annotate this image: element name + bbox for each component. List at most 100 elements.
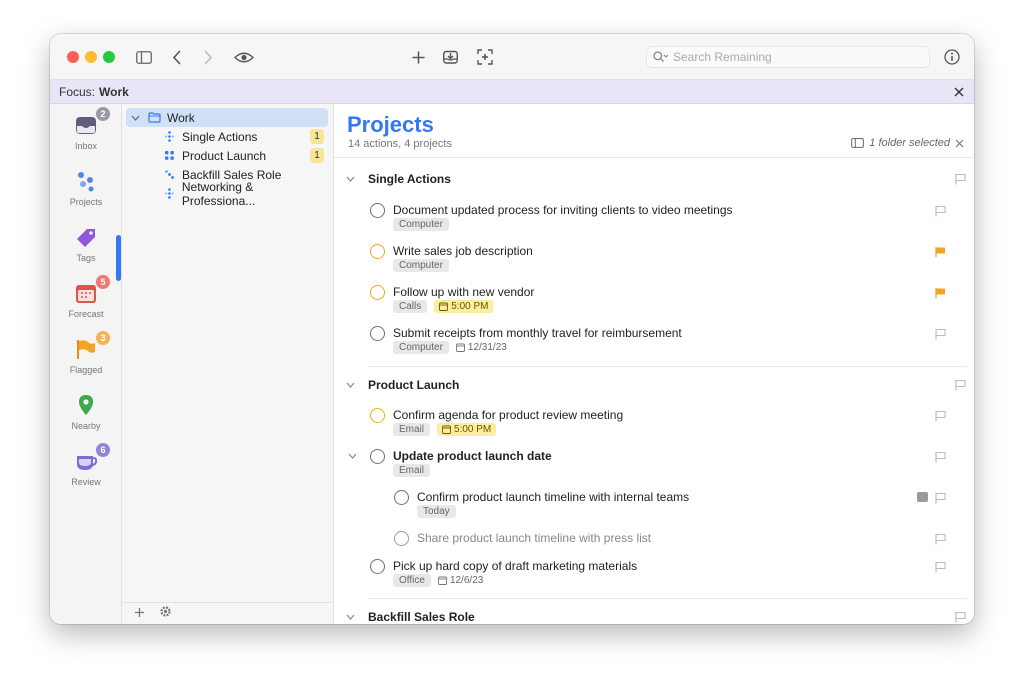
task-title[interactable]: Update product launch date: [393, 449, 552, 463]
plus-icon: [411, 50, 425, 64]
task-checkbox-due[interactable]: [370, 408, 385, 423]
sidebar-settings-button[interactable]: [159, 605, 172, 622]
view-options-button[interactable]: [232, 45, 256, 69]
flag-outline-icon[interactable]: [935, 205, 946, 217]
sidebar-toggle-button[interactable]: [132, 45, 156, 69]
sidebar-folder-work[interactable]: Work: [126, 108, 328, 127]
task-checkbox-blocked[interactable]: [394, 531, 409, 546]
close-window-button[interactable]: [67, 51, 79, 63]
task-title[interactable]: Share product launch timeline with press…: [417, 531, 651, 545]
chevron-down-icon[interactable]: [346, 382, 355, 388]
task-title[interactable]: Submit receipts from monthly travel for …: [393, 326, 682, 340]
sequential-project-icon: [165, 170, 174, 179]
chevron-down-icon[interactable]: [348, 453, 357, 459]
task-row[interactable]: Pick up hard copy of draft marketing mat…: [334, 558, 954, 587]
section-title: Product Launch: [368, 378, 460, 392]
due-date[interactable]: 12/31/23: [455, 341, 507, 354]
task-title[interactable]: Confirm agenda for product review meetin…: [393, 408, 623, 422]
tag-chip[interactable]: Office: [393, 574, 431, 587]
sidebar-item-single-actions[interactable]: Single Actions 1: [126, 127, 328, 146]
flag-outline-icon[interactable]: [955, 611, 966, 623]
task-title[interactable]: Document updated process for inviting cl…: [393, 203, 733, 217]
back-button[interactable]: [164, 45, 188, 69]
perspective-nearby[interactable]: Nearby: [50, 384, 122, 440]
unfocus-button[interactable]: [950, 83, 968, 101]
task-title[interactable]: Pick up hard copy of draft marketing mat…: [393, 559, 637, 573]
minimize-window-button[interactable]: [85, 51, 97, 63]
task-row[interactable]: Confirm agenda for product review meetin…: [334, 407, 954, 436]
perspective-review[interactable]: 6 Review: [50, 440, 122, 496]
tag-chip[interactable]: Email: [393, 464, 431, 477]
task-row[interactable]: Document updated process for inviting cl…: [334, 202, 954, 231]
flag-outline-icon[interactable]: [935, 492, 946, 504]
inbox-icon: 2: [73, 106, 111, 138]
tag-chip[interactable]: Email: [393, 423, 431, 436]
flag-outline-icon[interactable]: [935, 561, 946, 573]
tag-chip[interactable]: Computer: [393, 259, 449, 272]
add-folder-button[interactable]: [134, 605, 145, 622]
task-row[interactable]: Write sales job description Computer: [334, 243, 954, 272]
perspective-flagged[interactable]: 3 Flagged: [50, 328, 122, 384]
perspective-inbox[interactable]: 2 Inbox: [50, 104, 122, 160]
perspective-tags[interactable]: Tags: [50, 216, 122, 272]
search-field[interactable]: [646, 46, 930, 68]
due-date[interactable]: 12/6/23: [437, 574, 483, 587]
task-title[interactable]: Confirm product launch timeline with int…: [417, 490, 689, 504]
sidebar-item-product-launch[interactable]: Product Launch 1: [126, 146, 328, 165]
task-row[interactable]: Follow up with new vendor Calls 5:00 PM: [334, 284, 954, 313]
task-checkbox[interactable]: [370, 326, 385, 341]
flag-outline-icon[interactable]: [935, 410, 946, 422]
tag-chip[interactable]: Today: [417, 505, 456, 518]
task-checkbox-flagged[interactable]: [370, 285, 385, 300]
sidebar-toggle-icon: [136, 50, 152, 64]
sidebar-item-networking[interactable]: Networking & Professiona...: [126, 180, 328, 208]
forward-button[interactable]: [196, 45, 220, 69]
flag-outline-icon[interactable]: [955, 379, 966, 391]
task-checkbox[interactable]: [370, 559, 385, 574]
perspective-forecast[interactable]: 5 Forecast: [50, 272, 122, 328]
section-header[interactable]: Single Actions: [346, 169, 966, 189]
tag-chip[interactable]: Calls: [393, 300, 428, 313]
capture-button[interactable]: [473, 45, 497, 69]
flag-outline-icon[interactable]: [935, 451, 946, 463]
tag-chip[interactable]: Computer: [393, 218, 449, 231]
add-item-button[interactable]: [406, 45, 430, 69]
task-checkbox[interactable]: [394, 490, 409, 505]
chevron-down-icon[interactable]: [346, 176, 355, 182]
task-title[interactable]: Follow up with new vendor: [393, 285, 534, 299]
quick-entry-button[interactable]: [438, 45, 462, 69]
task-checkbox[interactable]: [370, 449, 385, 464]
sidebar-item-label: Single Actions: [182, 129, 258, 144]
section-divider: [368, 598, 966, 599]
chevron-down-icon[interactable]: [346, 614, 355, 620]
flag-outline-icon[interactable]: [935, 533, 946, 545]
task-checkbox[interactable]: [370, 203, 385, 218]
search-input[interactable]: [673, 50, 903, 64]
zoom-window-button[interactable]: [103, 51, 115, 63]
flag-filled-icon[interactable]: [935, 287, 946, 299]
due-date[interactable]: 5:00 PM: [437, 423, 497, 436]
calendar-icon: [455, 343, 465, 352]
task-row[interactable]: Confirm product launch timeline with int…: [334, 489, 954, 518]
perspective-projects[interactable]: Projects: [50, 160, 122, 216]
tag-icon: [73, 224, 99, 250]
flag-outline-icon[interactable]: [935, 328, 946, 340]
review-label: Review: [71, 477, 101, 487]
tag-chip[interactable]: Computer: [393, 341, 449, 354]
inspector-button[interactable]: [940, 45, 964, 69]
task-row[interactable]: Share product launch timeline with press…: [334, 530, 954, 550]
focus-name: Work: [99, 84, 129, 99]
task-group-row[interactable]: Update product launch date Email: [334, 448, 954, 477]
calendar-icon: 5: [73, 274, 111, 306]
task-checkbox-flagged[interactable]: [370, 244, 385, 259]
clear-selection-icon[interactable]: [955, 139, 964, 148]
due-date[interactable]: 5:00 PM: [434, 300, 494, 313]
flag-filled-icon[interactable]: [935, 246, 946, 258]
task-title[interactable]: Write sales job description: [393, 244, 533, 258]
task-row[interactable]: Submit receipts from monthly travel for …: [334, 325, 954, 354]
section-header[interactable]: Backfill Sales Role: [346, 607, 966, 624]
section-header[interactable]: Product Launch: [346, 375, 966, 395]
note-icon[interactable]: [917, 492, 928, 502]
sidebar-item-count: 1: [310, 129, 324, 144]
flag-outline-icon[interactable]: [955, 173, 966, 185]
